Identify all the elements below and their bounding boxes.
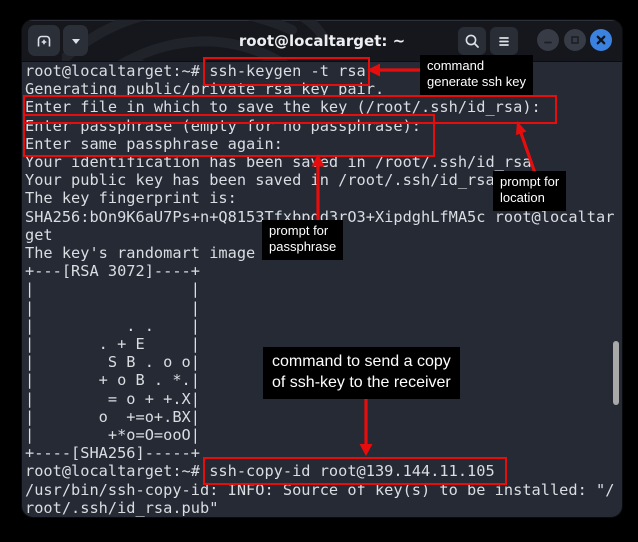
close-icon <box>594 33 608 47</box>
tab-dropdown-button[interactable] <box>63 25 88 56</box>
hamburger-menu-icon <box>495 32 513 50</box>
label-prompt-for-passphrase: prompt for passphrase <box>262 220 343 260</box>
highlight-box-ssh-keygen-command <box>203 57 370 86</box>
maximize-button[interactable] <box>564 29 586 51</box>
search-button[interactable] <box>458 27 486 55</box>
minimize-icon <box>541 33 555 47</box>
screen: root@localtarget: ~ <box>0 0 638 542</box>
maximize-icon <box>568 33 582 47</box>
new-tab-icon <box>34 31 54 51</box>
label-command-generate-ssh-key: command generate ssh key <box>420 55 533 95</box>
highlight-box-passphrase-prompts <box>23 114 435 157</box>
minimize-button[interactable] <box>537 29 559 51</box>
label-command-send-ssh-key: command to send a copy of ssh-key to the… <box>263 347 460 399</box>
new-tab-button[interactable] <box>28 25 60 56</box>
menu-button[interactable] <box>490 27 518 55</box>
scrollbar-thumb[interactable] <box>613 341 619 405</box>
search-icon <box>463 32 481 50</box>
label-prompt-for-location: prompt for location <box>493 171 566 211</box>
highlight-box-ssh-copy-id-command <box>203 457 507 485</box>
close-button[interactable] <box>590 29 612 51</box>
chevron-down-icon <box>69 34 83 48</box>
